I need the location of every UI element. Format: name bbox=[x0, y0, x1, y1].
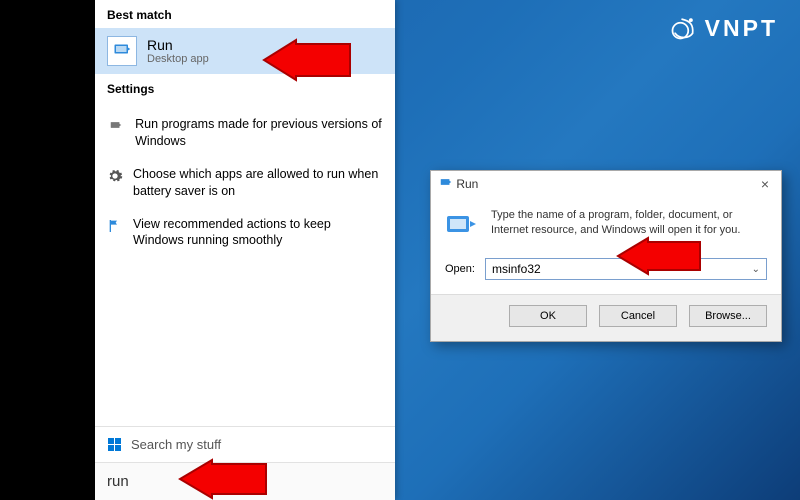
vnpt-mark-icon bbox=[669, 14, 697, 42]
run-result-subtitle: Desktop app bbox=[147, 53, 209, 65]
cancel-button[interactable]: Cancel bbox=[599, 305, 677, 327]
settings-item-text: View recommended actions to keep Windows… bbox=[133, 216, 383, 250]
settings-item-text: Run programs made for previous versions … bbox=[135, 116, 383, 150]
open-field[interactable]: ⌄ bbox=[485, 258, 767, 280]
run-dialog-icon bbox=[445, 208, 479, 242]
settings-item-battery[interactable]: Choose which apps are allowed to run whe… bbox=[95, 158, 395, 208]
search-my-stuff-label: Search my stuff bbox=[131, 437, 221, 452]
search-input-row[interactable] bbox=[95, 462, 395, 500]
run-dialog-description: Type the name of a program, folder, docu… bbox=[491, 208, 767, 242]
close-icon[interactable]: × bbox=[757, 176, 773, 192]
gear-icon bbox=[107, 166, 123, 200]
best-match-header: Best match bbox=[95, 0, 395, 28]
run-title-icon bbox=[439, 175, 453, 192]
open-input[interactable] bbox=[492, 262, 752, 276]
settings-item-compat[interactable]: Run programs made for previous versions … bbox=[95, 108, 395, 158]
settings-header: Settings bbox=[95, 74, 395, 102]
search-result-run[interactable]: Run Desktop app bbox=[95, 28, 395, 74]
left-black-strip bbox=[0, 0, 95, 500]
settings-list: Run programs made for previous versions … bbox=[95, 102, 395, 257]
settings-item-maintenance[interactable]: View recommended actions to keep Windows… bbox=[95, 208, 395, 258]
chevron-down-icon[interactable]: ⌄ bbox=[752, 264, 760, 275]
ok-button[interactable]: OK bbox=[509, 305, 587, 327]
browse-button[interactable]: Browse... bbox=[689, 305, 767, 327]
run-dialog: Run × Type the name of a program, folder… bbox=[430, 170, 782, 342]
settings-item-text: Choose which apps are allowed to run whe… bbox=[133, 166, 383, 200]
search-my-stuff[interactable]: Search my stuff bbox=[95, 426, 395, 462]
run-result-title: Run bbox=[147, 37, 209, 53]
search-input[interactable] bbox=[107, 473, 383, 490]
vnpt-logo: VNPT bbox=[669, 14, 778, 42]
windows-logo-icon bbox=[107, 438, 121, 452]
run-dialog-title: Run bbox=[456, 177, 478, 191]
open-label: Open: bbox=[445, 263, 475, 275]
start-search-panel: Best match Run Desktop app Settings Run … bbox=[95, 0, 395, 500]
flag-icon bbox=[107, 216, 123, 250]
vnpt-logo-text: VNPT bbox=[705, 15, 778, 42]
run-small-icon bbox=[107, 116, 125, 150]
run-app-icon bbox=[107, 36, 137, 66]
run-dialog-titlebar[interactable]: Run × bbox=[431, 171, 781, 196]
